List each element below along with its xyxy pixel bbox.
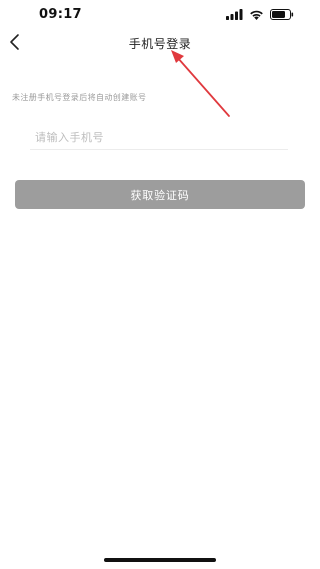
login-screen: 09:17 手机号登录 未注册手机号登录后将自动创建账号 请输入手机号 获取验证… <box>0 0 320 569</box>
status-icons <box>226 9 294 20</box>
status-bar: 09:17 <box>0 0 320 30</box>
cellular-signal-icon <box>226 9 243 20</box>
page-title: 手机号登录 <box>128 37 192 51</box>
wifi-icon <box>249 9 264 20</box>
phone-number-input[interactable] <box>30 126 288 150</box>
auto-register-hint: 未注册手机号登录后将自动创建账号 <box>12 93 147 102</box>
status-time: 09:17 <box>39 7 82 22</box>
nav-bar: 手机号登录 <box>0 30 320 58</box>
home-indicator[interactable] <box>104 558 216 562</box>
get-verification-code-button[interactable]: 获取验证码 <box>15 180 305 209</box>
battery-icon <box>270 9 294 20</box>
